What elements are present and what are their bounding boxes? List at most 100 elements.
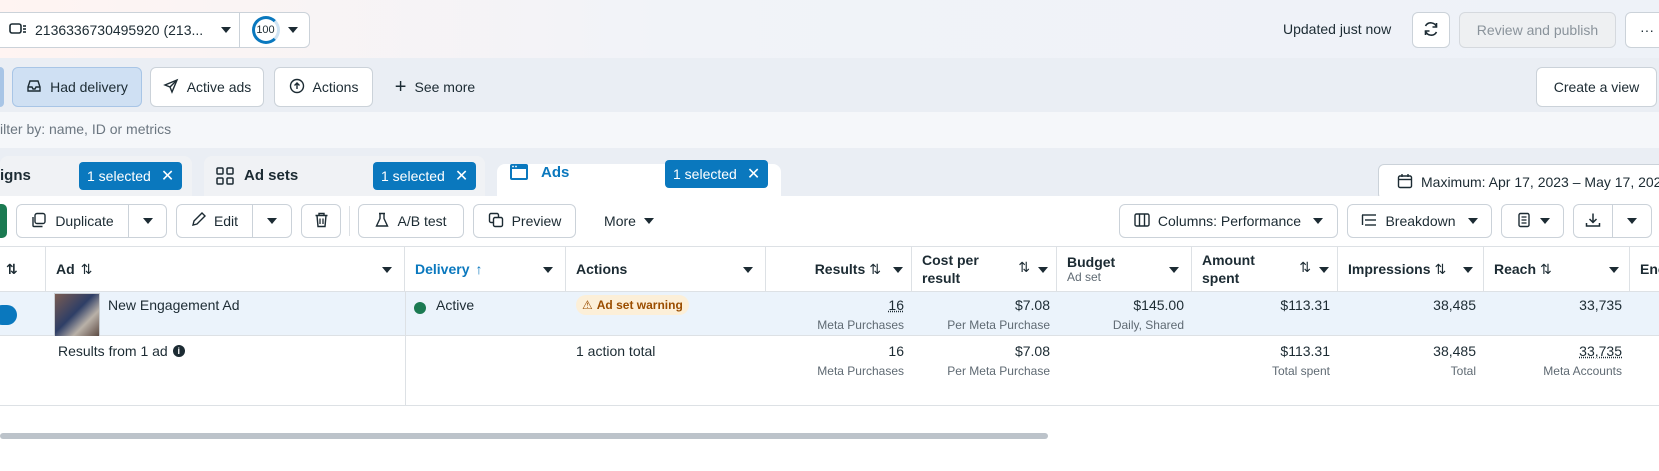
breakdown-button[interactable]: Breakdown (1347, 204, 1492, 238)
filter-actions-label: Actions (313, 79, 359, 95)
chevron-down-icon[interactable] (1169, 267, 1179, 273)
column-header-reach[interactable]: Reach ⇅ (1484, 247, 1630, 291)
chevron-down-icon[interactable] (543, 267, 553, 273)
tab-ad-sets[interactable]: Ad sets 1 selected ✕ (204, 156, 485, 196)
column-header-results[interactable]: Results ⇅ (766, 247, 912, 291)
tab-ads[interactable]: Ads 1 selected ✕ (497, 164, 781, 196)
column-header-ends[interactable]: Enc (1630, 247, 1659, 291)
toggle-switch[interactable] (0, 305, 17, 325)
chevron-down-icon[interactable] (743, 267, 753, 273)
column-header-impressions[interactable]: Impressions ⇅ (1338, 247, 1484, 291)
filter-actions[interactable]: Actions (274, 67, 373, 107)
edit-label: Edit (214, 213, 238, 229)
see-more-filters-button[interactable]: + See more (386, 67, 484, 107)
column-divider (405, 292, 406, 336)
budget-value[interactable]: $145.00 (1057, 297, 1184, 313)
ab-test-button[interactable]: A/B test (358, 204, 464, 238)
more-options-button[interactable]: ··· (1625, 12, 1659, 48)
chevron-down-icon[interactable] (382, 267, 392, 273)
column-header-actions[interactable]: Actions (566, 247, 766, 291)
ab-test-label: A/B test (397, 213, 446, 229)
review-publish-button[interactable]: Review and publish (1459, 12, 1616, 48)
export-button[interactable] (1573, 204, 1613, 238)
chevron-down-icon[interactable] (893, 267, 903, 273)
date-range-picker[interactable]: Maximum: Apr 17, 2023 – May 17, 2026 (1378, 164, 1659, 200)
column-header-budget[interactable]: Budget Ad set (1057, 247, 1192, 291)
chevron-down-icon (221, 27, 231, 33)
chevron-down-icon[interactable] (1319, 267, 1329, 273)
ad-name[interactable]: New Engagement Ad (108, 297, 240, 313)
filter-had-delivery[interactable]: Had delivery (12, 67, 142, 107)
columns-icon (1134, 213, 1150, 230)
chevron-down-icon[interactable] (1609, 267, 1619, 273)
close-icon[interactable]: ✕ (161, 166, 174, 186)
chevron-down-icon[interactable] (1463, 267, 1473, 273)
delivery-status: Active (436, 297, 474, 313)
totals-reach[interactable]: 33,735 (1484, 343, 1622, 359)
columns-label: Columns: Performance (1158, 213, 1301, 229)
column-cost-label: Cost per result (922, 251, 992, 287)
column-header-cost-per-result[interactable]: Cost per result ⇅ (912, 247, 1057, 291)
reports-button[interactable] (1501, 204, 1564, 238)
column-header-ad[interactable]: Ad ⇅ (46, 247, 405, 291)
chevron-down-icon[interactable] (1038, 267, 1048, 273)
column-budget-sublabel: Ad set (1067, 270, 1101, 284)
column-results-label: Results (815, 261, 866, 277)
export-dropdown[interactable] (1612, 204, 1652, 238)
breakdown-icon (1361, 213, 1377, 230)
refresh-button[interactable] (1412, 12, 1450, 48)
column-header-status[interactable]: ⇅ (0, 247, 46, 291)
tab-ads-label: Ads (541, 164, 569, 181)
search-input[interactable]: ilter by: name, ID or metrics (0, 121, 171, 137)
columns-button[interactable]: Columns: Performance (1119, 204, 1338, 238)
totals-spent-sublabel: Total spent (1192, 364, 1330, 378)
edit-button[interactable]: Edit (176, 204, 253, 238)
duplicate-button[interactable]: Duplicate (16, 204, 129, 238)
horizontal-scrollbar[interactable] (0, 433, 1048, 439)
column-header-amount-spent[interactable]: Amount spent ⇅ (1192, 247, 1338, 291)
duplicate-dropdown[interactable] (128, 204, 167, 238)
table-row[interactable]: New Engagement Ad Active ⚠ Ad set warnin… (0, 292, 1659, 336)
warning-label: Ad set warning (597, 298, 683, 312)
column-ends-label: Enc (1640, 261, 1659, 277)
filter-overflow-edge (0, 67, 4, 107)
create-button-edge[interactable] (0, 204, 7, 238)
duplicate-icon (31, 212, 47, 231)
create-view-button[interactable]: Create a view (1536, 67, 1657, 107)
filter-active-ads-label: Active ads (187, 79, 252, 95)
filter-active-ads[interactable]: Active ads (150, 67, 264, 107)
adsets-selected-chip[interactable]: 1 selected ✕ (373, 162, 476, 190)
sort-icon: ⇅ (869, 261, 881, 278)
opportunity-score-button[interactable]: 100 (239, 12, 310, 48)
column-divider (405, 336, 406, 406)
close-icon[interactable]: ✕ (747, 164, 760, 184)
pencil-icon (191, 212, 206, 230)
chevron-down-icon (1313, 218, 1323, 224)
table-header: ⇅ Ad ⇅ Delivery ↑ Actions Results ⇅ Cost… (0, 246, 1659, 292)
tab-campaigns[interactable]: igns 1 selected ✕ (0, 156, 192, 196)
column-header-delivery[interactable]: Delivery ↑ (405, 247, 566, 291)
refresh-icon (1422, 20, 1440, 41)
results-value[interactable]: 16 (766, 297, 904, 313)
reach-value: 33,735 (1484, 297, 1622, 313)
ads-selected-chip[interactable]: 1 selected ✕ (665, 160, 768, 188)
ad-set-warning-badge[interactable]: ⚠ Ad set warning (576, 295, 689, 315)
campaigns-selected-chip[interactable]: 1 selected ✕ (79, 162, 182, 190)
info-icon[interactable]: i (173, 345, 185, 357)
results-sublabel: Meta Purchases (766, 318, 904, 332)
edit-dropdown[interactable] (252, 204, 292, 238)
account-selector[interactable]: 2136336730495920 (213... (0, 12, 240, 48)
totals-label-text: Results from 1 ad (58, 343, 168, 359)
totals-cost-sublabel: Per Meta Purchase (912, 364, 1050, 378)
delete-button[interactable] (301, 204, 341, 238)
top-bar: 2136336730495920 (213... 100 Updated jus… (0, 0, 1659, 58)
sort-icon: ⇅ (1018, 259, 1030, 276)
preview-button[interactable]: Preview (473, 204, 576, 238)
reports-icon (1516, 212, 1532, 231)
column-spent-label: Amount spent (1202, 251, 1272, 287)
filter-had-delivery-label: Had delivery (50, 79, 128, 95)
sort-icon: ⇅ (1299, 259, 1311, 276)
active-status-dot (414, 302, 426, 314)
close-icon[interactable]: ✕ (455, 166, 468, 186)
more-actions-button[interactable]: More (591, 204, 667, 238)
